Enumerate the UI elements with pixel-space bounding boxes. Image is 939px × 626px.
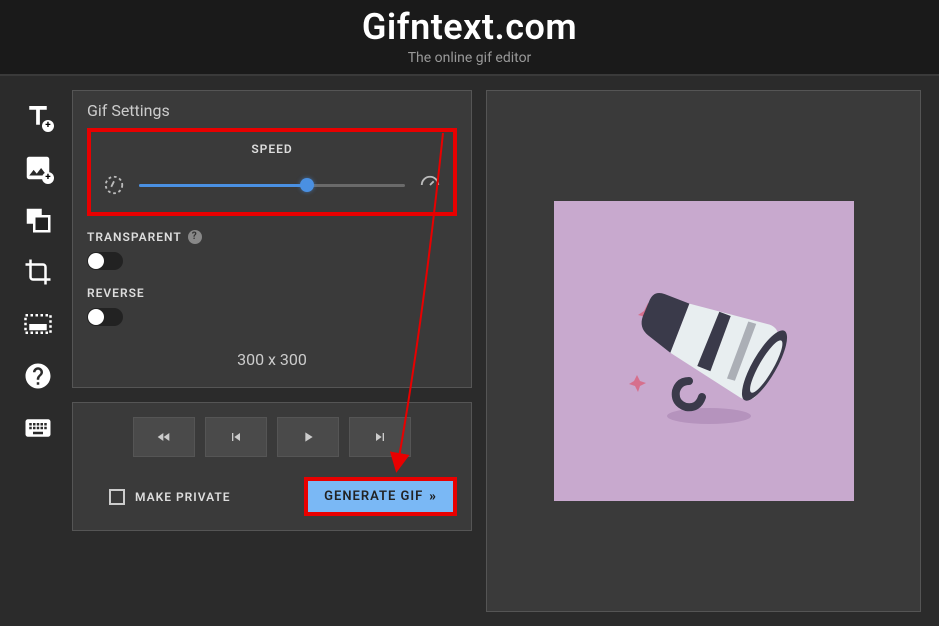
transparent-row: TRANSPARENT ? [87,230,457,270]
reverse-row: REVERSE [87,286,457,326]
generate-gif-button[interactable]: GENERATE GIF » [304,477,457,516]
slider-fill [139,184,307,187]
reverse-label: REVERSE [87,286,457,300]
transparent-label: TRANSPARENT ? [87,230,457,244]
site-title: Gifntext.com [0,6,939,48]
panel-title: Gif Settings [87,101,457,120]
playback-controls [87,417,457,457]
rewind-icon [156,429,172,445]
next-frame-button[interactable] [349,417,411,457]
caption-icon [23,309,53,339]
keyboard-icon [23,413,53,443]
toggle-knob [88,309,104,325]
help-tool-button[interactable] [18,356,58,396]
crop-tool-button[interactable] [18,252,58,292]
bottom-action-row: MAKE PRIVATE GENERATE GIF » [87,477,457,516]
page-header: Gifntext.com The online gif editor [0,0,939,76]
caption-tool-button[interactable] [18,304,58,344]
speed-box-highlight: SPEED [87,128,457,216]
slider-thumb[interactable] [300,178,314,192]
crop-icon [23,257,53,287]
help-badge-icon[interactable]: ? [188,230,202,244]
private-checkbox[interactable] [109,489,125,505]
play-button[interactable] [277,417,339,457]
speed-label: SPEED [103,142,441,156]
chevron-right-icon: » [429,489,437,504]
gif-settings-panel: Gif Settings SPEED TRANSPARENT ? [72,90,472,388]
slow-icon [103,174,125,196]
rewind-button[interactable] [133,417,195,457]
shape-icon [23,205,53,235]
image-tool-button[interactable]: + [18,148,58,188]
gif-canvas[interactable] [554,201,854,501]
main-area: + + Gif Settings SPEED [0,76,939,626]
speed-slider[interactable] [139,184,405,187]
dimensions-label: 300 x 300 [87,342,457,373]
keyboard-tool-button[interactable] [18,408,58,448]
settings-column: Gif Settings SPEED TRANSPARENT ? [72,90,472,612]
reverse-toggle[interactable] [87,308,123,326]
private-label: MAKE PRIVATE [135,490,231,504]
plus-badge-icon: + [42,172,54,184]
prev-frame-button[interactable] [205,417,267,457]
shape-tool-button[interactable] [18,200,58,240]
transparent-toggle[interactable] [87,252,123,270]
site-subtitle: The online gif editor [0,50,939,66]
text-tool-button[interactable]: + [18,96,58,136]
preview-panel [486,90,921,612]
toggle-knob [88,253,104,269]
play-icon [300,429,316,445]
prev-icon [228,429,244,445]
next-icon [372,429,388,445]
make-private-row: MAKE PRIVATE [109,489,231,505]
speed-slider-row [103,174,441,196]
fast-icon [419,174,441,196]
left-toolbar: + + [18,90,58,612]
megaphone-illustration [594,241,814,461]
plus-badge-icon: + [42,120,54,132]
playback-panel: MAKE PRIVATE GENERATE GIF » [72,402,472,531]
help-icon [23,361,53,391]
